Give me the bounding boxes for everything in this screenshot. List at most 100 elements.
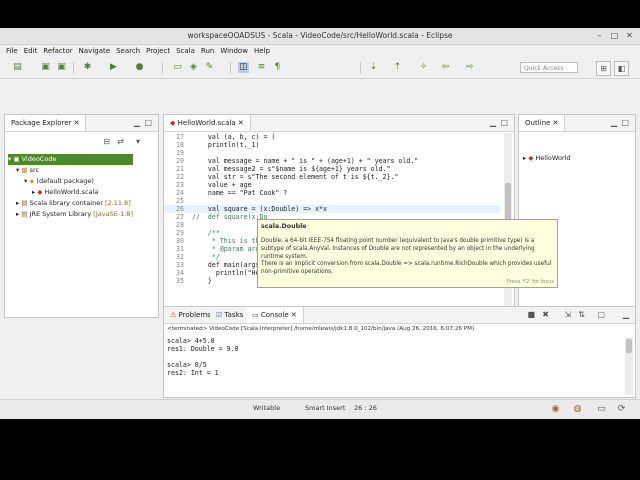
menu-bar: File Edit Refactor Navigate Search Proje… <box>0 45 640 57</box>
code-line: 25 <box>176 197 184 205</box>
code-line: 35 } <box>176 277 212 285</box>
menu-help[interactable]: Help <box>254 45 270 57</box>
menu-run[interactable]: Run <box>201 45 214 57</box>
menu-refactor[interactable]: Refactor <box>43 45 72 57</box>
back-icon[interactable]: ⇦ <box>440 62 451 73</box>
last-edit-icon[interactable]: ✧ <box>418 62 429 73</box>
code-line: 20 val message = name + " is " + (age+1)… <box>176 157 419 165</box>
pin-console-icon[interactable]: ⇅ <box>578 310 585 319</box>
menu-navigate[interactable]: Navigate <box>79 45 110 57</box>
console-header: <terminated> VideoCode [Scala Interprete… <box>167 326 475 332</box>
tree-item-src[interactable]: ▾ ▦ src <box>8 165 133 176</box>
console-line: res1: Double = 9.0 <box>167 345 239 353</box>
next-annotation-icon[interactable]: ⇣ <box>368 62 379 73</box>
scroll-lock-icon[interactable]: ⇲ <box>564 310 571 319</box>
collapse-all-icon[interactable]: ⊟ <box>103 137 110 146</box>
code-line: 27// def square(x:Do <box>176 213 268 221</box>
code-line: 23 value + age <box>176 181 252 189</box>
open-perspective-icon[interactable]: ⊞ <box>596 61 611 76</box>
new-icon[interactable]: ▤ <box>12 62 23 73</box>
view-menu-icon[interactable]: ▾ <box>136 137 140 146</box>
scala-worksheet-icon[interactable]: ◉ <box>550 404 561 415</box>
tooltip-footer[interactable]: Press 'F2' for focus <box>507 279 554 285</box>
outline-tab[interactable]: Outline ✕ <box>519 115 566 131</box>
close-icon[interactable]: ✕ <box>625 31 634 40</box>
save-all-icon[interactable]: ▣ <box>56 62 67 73</box>
console-line: scala> 4+5.0 <box>167 337 215 345</box>
menu-scala[interactable]: Scala <box>176 45 195 57</box>
open-type-icon[interactable]: ◈ <box>188 62 199 73</box>
status-bar: Writable Smart Insert 26 : 26 ◉ ◍ ▭ ⟳ <box>0 399 640 419</box>
tooltip-title: scala.Double <box>261 223 307 230</box>
tooltip-paragraph: There is an implicit conversion from sca… <box>261 261 552 275</box>
sync-icon[interactable]: ⟳ <box>616 404 627 415</box>
outline-item-helloworld[interactable]: ▸ ◆ HelloWorld <box>523 154 571 162</box>
menu-window[interactable]: Window <box>220 45 248 57</box>
terminate-icon[interactable]: ■ <box>527 310 535 319</box>
minimize-view-icon[interactable]: ▁ <box>490 118 496 127</box>
notification-icon[interactable]: ◍ <box>572 404 583 415</box>
maximize-view-icon[interactable]: □ <box>500 118 508 127</box>
run-icon[interactable]: ▶ <box>108 62 119 73</box>
code-line: 17 val (a, b, c) = ( <box>176 133 276 141</box>
status-writable: Writable <box>253 404 281 412</box>
debug-icon[interactable]: ✱ <box>82 62 93 73</box>
maximize-view-icon[interactable]: □ <box>621 118 629 127</box>
show-whitespace-icon[interactable]: ¶ <box>272 62 283 73</box>
menu-file[interactable]: File <box>6 45 18 57</box>
progress-icon[interactable]: ▭ <box>596 404 607 415</box>
tree-item-default-package[interactable]: ▾ ◈ (default package) <box>8 176 133 187</box>
tree-item-helloworld[interactable]: ▸ ◆ HelloWorld.scala <box>8 187 133 198</box>
minimize-view-icon[interactable]: ▁ <box>611 118 617 127</box>
remove-launch-icon[interactable]: ✖ <box>542 310 549 319</box>
maximize-icon[interactable]: □ <box>610 31 619 40</box>
open-folder-icon[interactable]: ▭ <box>172 62 183 73</box>
window-title: workspaceOOADSUS - Scala - VideoCode/src… <box>187 31 453 40</box>
code-line: 24 name == "Pat Cook" ? <box>176 189 292 197</box>
menu-edit[interactable]: Edit <box>24 45 38 57</box>
minimize-view-icon[interactable]: ▁ <box>134 118 140 127</box>
current-code-line: 26 val square = (x:Double) => x*x <box>164 205 500 213</box>
console-panel: ⚠ Problems ☑ Tasks ▭ Console ✕ ■ ✖ ⇲ ⇅ ▢… <box>163 306 636 398</box>
toggle-mark-occurrences-icon[interactable]: ◫ <box>238 62 249 73</box>
menu-project[interactable]: Project <box>146 45 170 57</box>
tab-tasks[interactable]: ☑ Tasks <box>210 307 251 323</box>
code-line: 18 println(t._1) <box>176 141 260 149</box>
tree-item-jre-library[interactable]: ▸ ▤ JRE System Library [JavaSE-1.8] <box>8 209 133 220</box>
previous-annotation-icon[interactable]: ⇡ <box>392 62 403 73</box>
scala-perspective-icon[interactable]: ◧ <box>614 61 629 76</box>
block-selection-icon[interactable]: ≡ <box>256 62 267 73</box>
forward-icon[interactable]: ⇨ <box>464 62 475 73</box>
package-explorer-tab[interactable]: Package Explorer ✕ <box>5 115 87 131</box>
maximize-view-icon[interactable]: □ <box>144 118 152 127</box>
package-tree: ▾ ▣ VideoCode ▾ ▦ src ▾ ◈ (default packa… <box>8 154 134 220</box>
code-line: 19 <box>176 149 184 157</box>
code-line: 28 <box>176 221 184 229</box>
pencil-icon[interactable]: ✎ <box>204 62 215 73</box>
tree-item-videocode[interactable]: ▾ ▣ VideoCode <box>8 154 134 165</box>
code-line: 29 /** <box>176 229 220 237</box>
menu-search[interactable]: Search <box>116 45 140 57</box>
minimize-icon[interactable]: – <box>595 31 604 40</box>
quick-access-input[interactable]: Quick Access <box>520 62 578 73</box>
code-line: 34 println("Hello <box>176 269 272 277</box>
tooltip-paragraph: Double, a 64-bit IEEE-754 floating point… <box>261 238 535 260</box>
editor-tab-helloworld[interactable]: ◆ HelloWorld.scala ✕ <box>164 115 251 131</box>
console-line: scala> 0/5 <box>167 361 207 369</box>
code-line: 21 val message2 = s"$name is ${age+1} ye… <box>176 165 391 173</box>
console-output[interactable]: scala> 4+5.0 res1: Double = 9.0 scala> 0… <box>164 337 623 397</box>
minimize-view-icon[interactable]: ▁ <box>623 310 629 319</box>
save-icon[interactable]: ▣ <box>40 62 51 73</box>
title-bar: workspaceOOADSUS - Scala - VideoCode/src… <box>0 28 640 45</box>
open-console-icon[interactable]: ▢ <box>597 310 605 319</box>
tab-console[interactable]: ▭ Console ✕ <box>246 307 304 323</box>
main-toolbar: ▤ ▣ ▣ ✱ ▶ ● ▭ ◈ ✎ ◫ ≡ ¶ ⇣ ⇡ ✧ ⇦ ⇨ Quick … <box>0 58 640 79</box>
code-line: 33 def main(args: A <box>176 261 272 269</box>
console-scrollbar[interactable] <box>625 337 633 395</box>
external-tools-icon[interactable]: ● <box>134 62 145 73</box>
link-with-editor-icon[interactable]: ⇄ <box>117 137 124 146</box>
code-line: 22 val str = s"The second element of t i… <box>176 173 399 181</box>
tree-item-scala-library[interactable]: ▸ ▤ Scala library container [2.11.8] <box>8 198 133 209</box>
code-line: 30 * This is the m <box>176 237 272 245</box>
console-line: res2: Int = 1 <box>167 369 219 377</box>
